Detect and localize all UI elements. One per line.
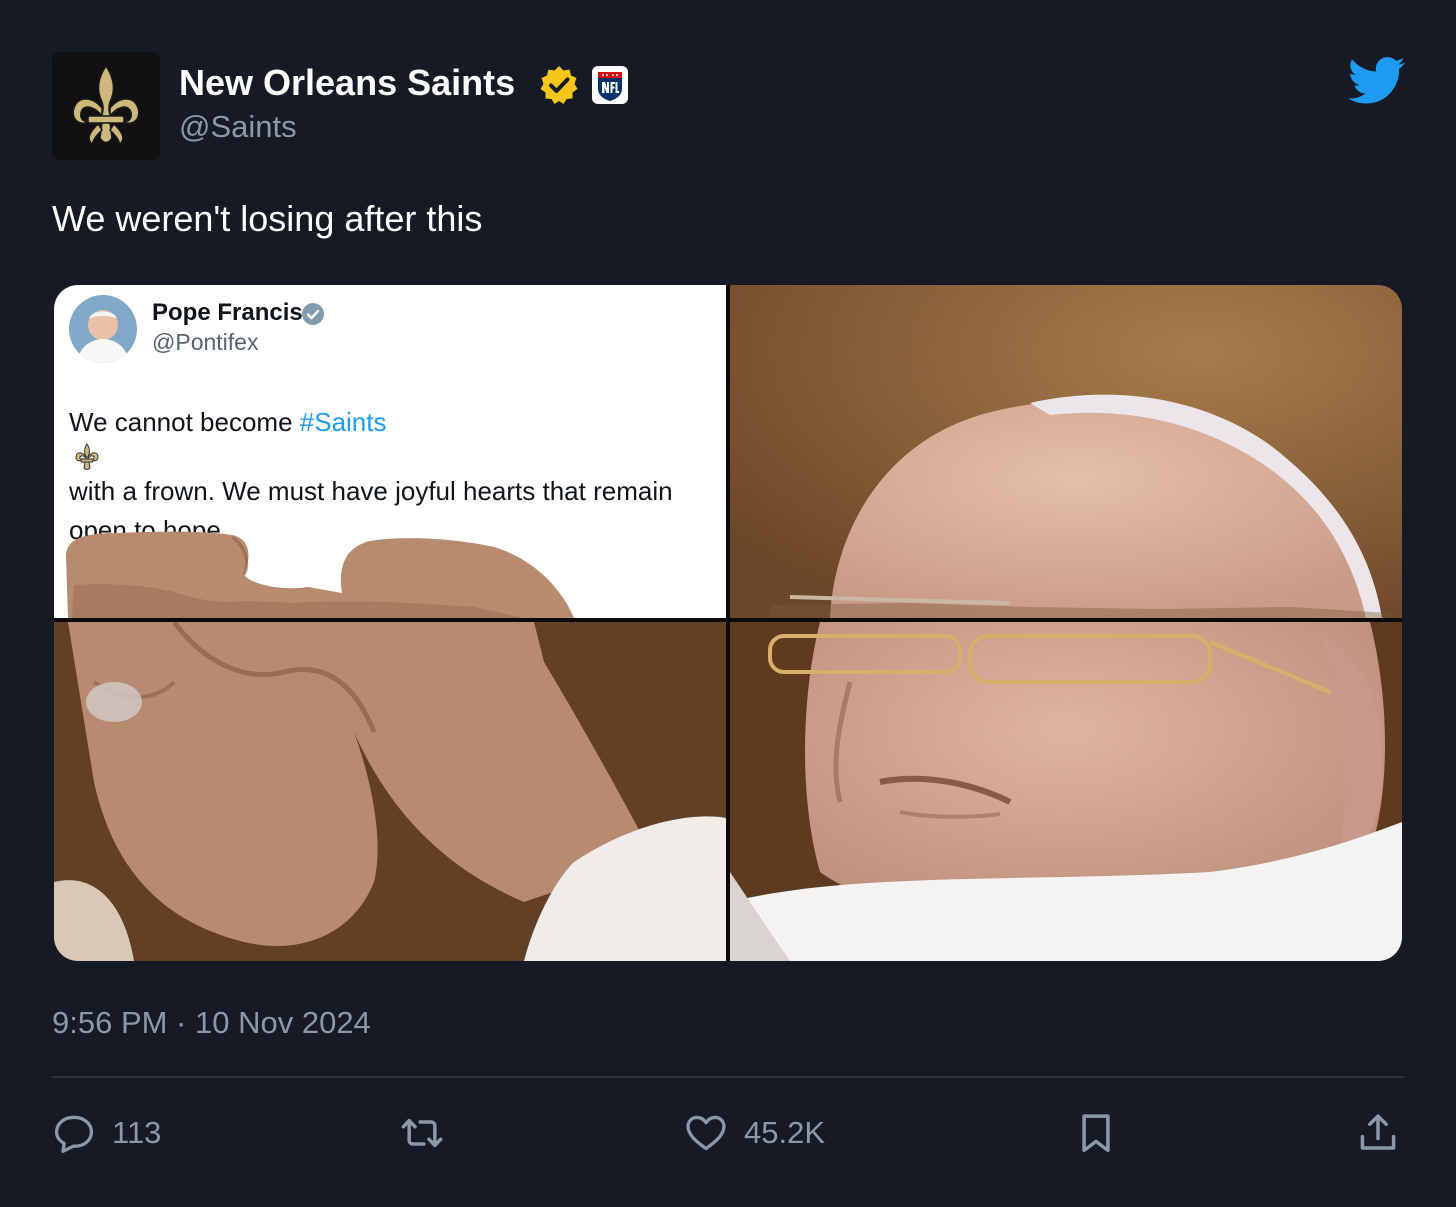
tweet-timestamp[interactable]: 9:56 PM · 10 Nov 2024 bbox=[52, 1005, 371, 1041]
bookmark-button[interactable] bbox=[1074, 1108, 1118, 1158]
fleur-de-lis-icon bbox=[52, 52, 160, 160]
pope-head-image bbox=[730, 285, 1402, 618]
tweet-text: We weren't losing after this bbox=[52, 198, 483, 239]
share-button[interactable] bbox=[1356, 1108, 1400, 1158]
media-image-hands[interactable] bbox=[54, 622, 726, 961]
media-image-face[interactable] bbox=[730, 622, 1402, 961]
hands-top-image bbox=[66, 531, 574, 618]
handle[interactable]: @Saints bbox=[179, 109, 297, 145]
media-image-embedded-tweet[interactable]: Pope Francis @Pontifex We cannot become … bbox=[54, 285, 726, 618]
pope-face-image bbox=[730, 622, 1402, 961]
profile-avatar[interactable] bbox=[52, 52, 160, 160]
media-grid[interactable]: Pope Francis @Pontifex We cannot become … bbox=[54, 285, 1402, 961]
reply-icon bbox=[54, 1115, 94, 1153]
display-name[interactable]: New Orleans Saints bbox=[179, 62, 515, 104]
like-button[interactable]: 45.2K bbox=[684, 1108, 825, 1158]
share-icon bbox=[1360, 1114, 1396, 1150]
retweet-button[interactable] bbox=[400, 1108, 444, 1158]
nfl-badge-icon bbox=[592, 66, 628, 104]
reply-button[interactable]: 113 bbox=[52, 1108, 161, 1158]
twitter-bird-icon[interactable] bbox=[1348, 56, 1406, 106]
reply-count: 113 bbox=[112, 1115, 162, 1150]
retweet-icon bbox=[401, 1118, 443, 1148]
verified-badge-icon bbox=[540, 66, 578, 104]
pope-hands-image bbox=[54, 622, 726, 961]
media-image-head[interactable] bbox=[730, 285, 1402, 618]
like-icon bbox=[686, 1115, 726, 1151]
like-count: 45.2K bbox=[744, 1115, 826, 1150]
divider bbox=[52, 1076, 1404, 1078]
bookmark-icon bbox=[1082, 1114, 1110, 1153]
